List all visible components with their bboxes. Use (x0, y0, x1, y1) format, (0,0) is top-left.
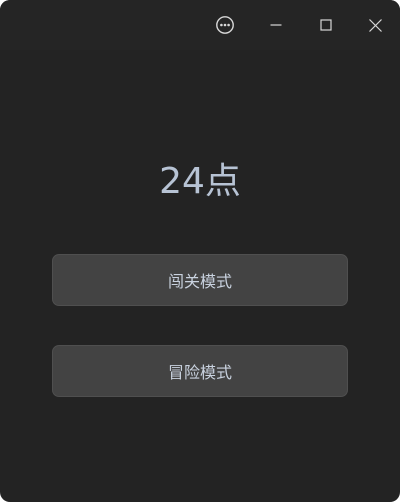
adventure-mode-label: 冒险模式 (167, 363, 232, 382)
app-window: 24点 闯关模式 冒险模式 (0, 0, 400, 502)
maximize-icon (320, 19, 332, 31)
minimize-button[interactable] (251, 0, 301, 50)
close-button[interactable] (350, 0, 400, 50)
level-mode-button[interactable]: 闯关模式 (52, 254, 348, 306)
title-bar (0, 0, 400, 50)
close-icon (368, 18, 382, 32)
more-options-button[interactable] (200, 0, 250, 50)
level-mode-label: 闯关模式 (167, 272, 232, 291)
adventure-mode-button[interactable]: 冒险模式 (52, 345, 348, 397)
maximize-button[interactable] (301, 0, 351, 50)
more-options-icon (215, 15, 235, 35)
minimize-icon (270, 19, 282, 31)
game-title: 24点 (159, 161, 241, 202)
